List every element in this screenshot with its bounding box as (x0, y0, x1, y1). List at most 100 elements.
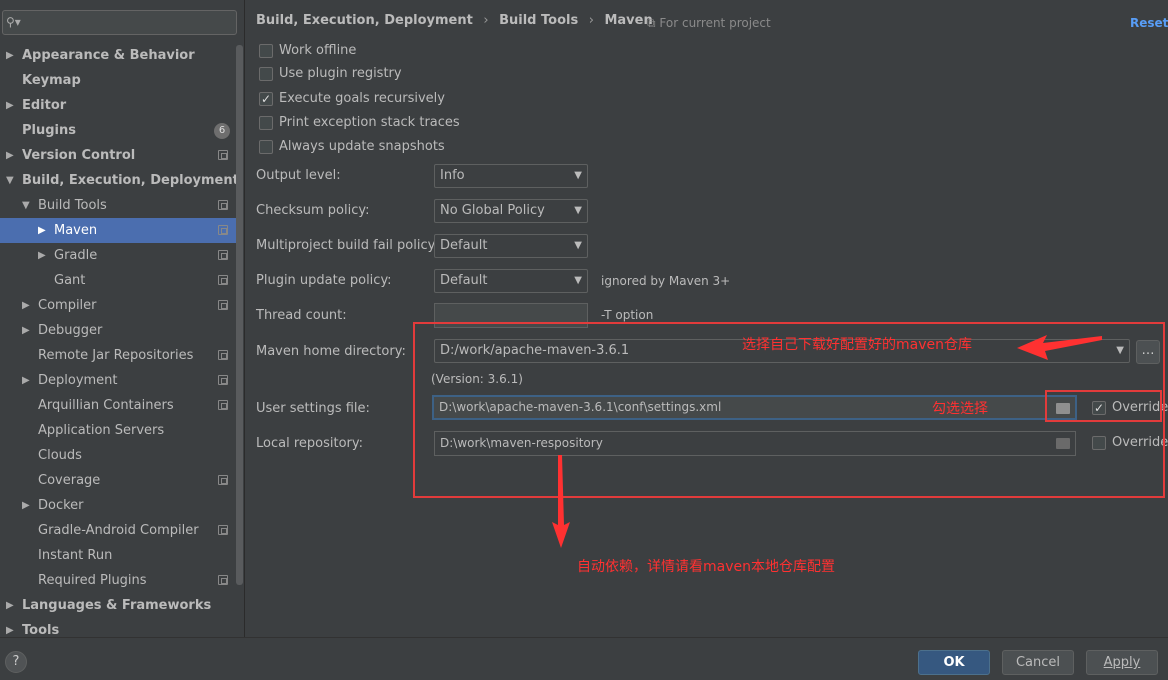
project-scope-icon (218, 375, 228, 385)
project-scope-icon (218, 150, 228, 160)
settings-sidebar: ⚲▾ ▶ Appearance & Behavior Keymap ▶ Editor Pl… (0, 0, 245, 638)
project-scope-icon: ⧉ (647, 16, 656, 30)
breadcrumb-item-build-tools[interactable]: Build Tools (499, 13, 578, 28)
chevron-right-icon[interactable]: ▶ (22, 318, 30, 343)
sidebar-scrollbar[interactable] (236, 45, 243, 585)
sidebar-item-debugger[interactable]: ▶ Debugger (0, 318, 236, 343)
reset-link[interactable]: Reset (1130, 16, 1168, 30)
project-scope-icon (218, 400, 228, 410)
checkbox-box[interactable] (259, 44, 273, 58)
chevron-right-icon[interactable]: ▶ (6, 93, 14, 118)
sidebar-item-label: Gradle-Android Compiler (38, 523, 199, 538)
output-level-select[interactable]: Info ▼ (434, 164, 588, 188)
sidebar-item-label: Maven (54, 223, 98, 238)
sidebar-item-appearance-behavior[interactable]: ▶ Appearance & Behavior (0, 43, 236, 68)
project-scope-icon (218, 300, 228, 310)
checkbox-label: Always update snapshots (279, 139, 445, 154)
annotation-local-repo-note: 自动依赖，详情请看maven本地仓库配置 (577, 559, 835, 575)
sidebar-item-application-servers[interactable]: Application Servers (0, 418, 236, 443)
sidebar-item-label: Clouds (38, 448, 82, 463)
project-scope-icon (218, 275, 228, 285)
chevron-right-icon[interactable]: ▶ (38, 243, 46, 268)
help-button[interactable]: ? (5, 651, 27, 673)
sidebar-item-label: Keymap (22, 73, 81, 88)
plugin-update-policy-select[interactable]: Default ▼ (434, 269, 588, 293)
sidebar-item-gradle-android-compiler[interactable]: Gradle-Android Compiler (0, 518, 236, 543)
apply-button[interactable]: Apply (1086, 650, 1158, 675)
project-scope-icon (218, 525, 228, 535)
select-value: Default (440, 238, 488, 253)
local-repository-label: Local repository: (256, 436, 363, 451)
settings-search-field[interactable]: ⚲▾ (2, 10, 237, 35)
sidebar-item-label: Appearance & Behavior (22, 48, 195, 63)
multiproject-fail-policy-select[interactable]: Default ▼ (434, 234, 588, 258)
checkbox-box[interactable] (259, 116, 273, 130)
sidebar-item-plugins[interactable]: Plugins 6 (0, 118, 236, 143)
sidebar-item-version-control[interactable]: ▶ Version Control (0, 143, 236, 168)
sidebar-item-label: Build Tools (38, 198, 107, 213)
select-value: Default (440, 273, 488, 288)
sidebar-item-editor[interactable]: ▶ Editor (0, 93, 236, 118)
sidebar-item-coverage[interactable]: Coverage (0, 468, 236, 493)
sidebar-item-remote-jar-repositories[interactable]: Remote Jar Repositories (0, 343, 236, 368)
output-level-label: Output level: (256, 168, 341, 183)
sidebar-item-label: Application Servers (38, 423, 165, 438)
checksum-policy-select[interactable]: No Global Policy ▼ (434, 199, 588, 223)
sidebar-item-label: Debugger (38, 323, 103, 338)
checkbox-box[interactable] (259, 140, 273, 154)
checkmark-icon[interactable]: ✓ (259, 92, 273, 106)
sidebar-item-label: Coverage (38, 473, 101, 488)
sidebar-item-build-execution-deployment[interactable]: ▼ Build, Execution, Deployment (0, 168, 239, 193)
checksum-policy-label: Checksum policy: (256, 203, 370, 218)
project-scope-icon (218, 475, 228, 485)
chevron-right-icon[interactable]: ▶ (6, 593, 14, 618)
chevron-down-icon[interactable]: ▼ (6, 168, 14, 193)
sidebar-item-gradle[interactable]: ▶ Gradle (0, 243, 236, 268)
chevron-right-icon[interactable]: ▶ (22, 368, 30, 393)
breadcrumb-item-build-execution-deployment[interactable]: Build, Execution, Deployment (256, 13, 473, 28)
checkbox-box[interactable] (259, 67, 273, 81)
sidebar-item-gant[interactable]: Gant (0, 268, 236, 293)
breadcrumb: Build, Execution, Deployment › Build Too… (256, 13, 659, 28)
sidebar-item-label: Required Plugins (38, 573, 147, 588)
sidebar-item-label: Arquillian Containers (38, 398, 174, 413)
thread-count-label: Thread count: (256, 308, 347, 323)
chevron-down-icon: ▼ (574, 170, 582, 181)
chevron-down-icon[interactable]: ▼ (22, 193, 30, 218)
sidebar-item-maven[interactable]: ▶ Maven (0, 218, 236, 243)
chevron-right-icon[interactable]: ▶ (22, 493, 30, 518)
sidebar-item-docker[interactable]: ▶ Docker (0, 493, 236, 518)
ok-button[interactable]: OK (918, 650, 990, 675)
sidebar-item-label: Build, Execution, Deployment (22, 173, 239, 188)
sidebar-item-build-tools[interactable]: ▼ Build Tools (0, 193, 236, 218)
sidebar-item-clouds[interactable]: Clouds (0, 443, 236, 468)
checkbox-label: Print exception stack traces (279, 115, 460, 130)
annotation-maven-home-note: 选择自己下载好配置好的maven仓库 (742, 337, 972, 353)
sidebar-item-keymap[interactable]: Keymap (0, 68, 236, 93)
chevron-right-icon[interactable]: ▶ (6, 143, 14, 168)
sidebar-item-languages-frameworks[interactable]: ▶ Languages & Frameworks (0, 593, 236, 618)
chevron-down-icon: ▼ (574, 275, 582, 286)
project-scope-icon (218, 575, 228, 585)
breadcrumb-item-maven: Maven (604, 13, 653, 28)
checkbox-label: Execute goals recursively (279, 91, 445, 106)
chevron-right-icon[interactable]: ▶ (22, 293, 30, 318)
plugin-update-policy-hint: ignored by Maven 3+ (601, 274, 731, 288)
sidebar-item-arquillian-containers[interactable]: Arquillian Containers (0, 393, 236, 418)
sidebar-item-label: Gradle (54, 248, 98, 263)
maven-home-label: Maven home directory: (256, 344, 406, 359)
dialog-footer: ? OK Cancel Apply (0, 637, 1168, 680)
chevron-right-icon[interactable]: ▶ (6, 43, 14, 68)
sidebar-item-compiler[interactable]: ▶ Compiler (0, 293, 236, 318)
project-scope-icon (218, 250, 228, 260)
cancel-button[interactable]: Cancel (1002, 650, 1074, 675)
plugin-update-policy-label: Plugin update policy: (256, 273, 392, 288)
chevron-right-icon[interactable]: ▶ (38, 218, 46, 243)
sidebar-item-deployment[interactable]: ▶ Deployment (0, 368, 236, 393)
sidebar-item-label: Gant (54, 273, 86, 288)
sidebar-item-label: Instant Run (38, 548, 113, 563)
thread-count-hint: -T option (601, 308, 654, 322)
user-settings-label: User settings file: (256, 401, 370, 416)
sidebar-item-required-plugins[interactable]: Required Plugins (0, 568, 236, 593)
sidebar-item-instant-run[interactable]: Instant Run (0, 543, 236, 568)
